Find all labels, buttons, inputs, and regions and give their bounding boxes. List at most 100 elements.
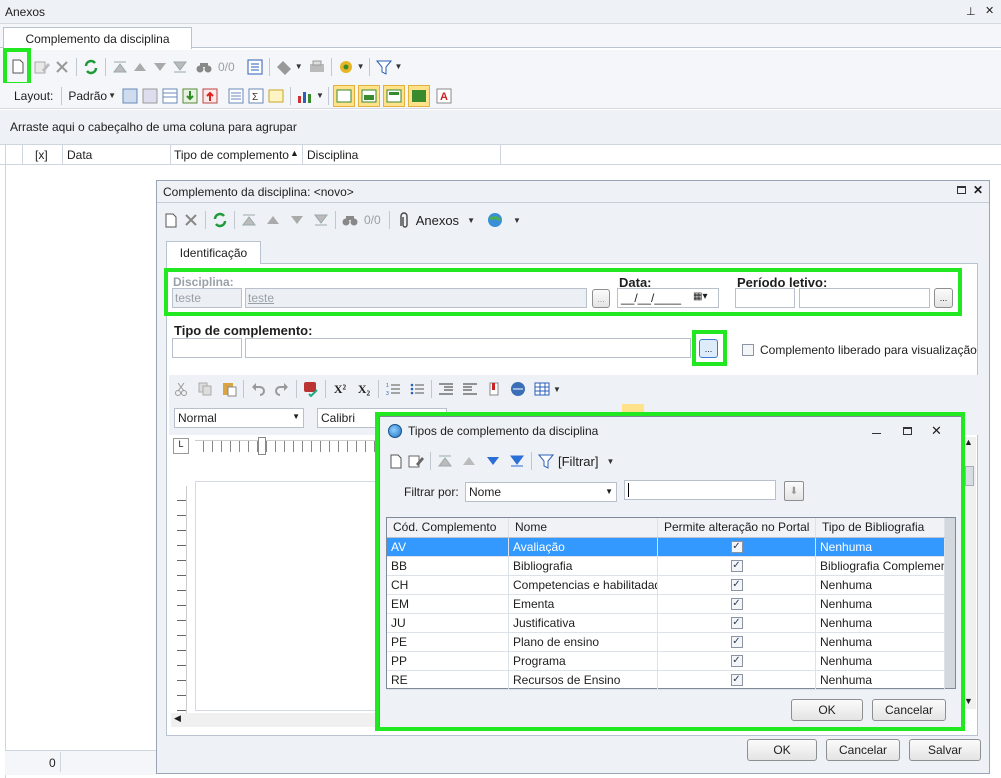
- scroll-thumb[interactable]: [965, 466, 974, 486]
- form-cancel-button[interactable]: Cancelar: [826, 739, 900, 761]
- find-icon[interactable]: [194, 57, 214, 77]
- col-header-tipo[interactable]: Tipo de complemento: [174, 148, 289, 162]
- maximize-icon[interactable]: [957, 186, 966, 194]
- process-icon[interactable]: [274, 57, 294, 77]
- bookmark-icon[interactable]: [484, 379, 504, 399]
- dropdown-arrow-icon[interactable]: ▼: [467, 216, 475, 225]
- table-icon[interactable]: [532, 379, 552, 399]
- tipo-name-field[interactable]: [245, 338, 691, 358]
- form-title-bar: Complemento da disciplina: <novo> ✕: [157, 181, 989, 202]
- dropdown-arrow-icon[interactable]: ▼: [316, 91, 324, 100]
- refresh-icon[interactable]: [81, 57, 101, 77]
- panel-close-icon[interactable]: ✕: [985, 4, 994, 17]
- editor-hscrollbar[interactable]: [171, 713, 386, 727]
- bullet-list-icon[interactable]: [407, 379, 427, 399]
- indent-increase-icon[interactable]: [460, 379, 480, 399]
- tipo-complemento-label: Tipo de complemento:: [174, 323, 313, 338]
- view-mode-3-icon[interactable]: [382, 84, 405, 107]
- sort-ascending-icon: ▲: [290, 148, 299, 158]
- calendar-grid-icon[interactable]: [245, 57, 265, 77]
- dropdown-arrow-icon[interactable]: ▼: [357, 62, 365, 71]
- indent-decrease-icon[interactable]: [436, 379, 456, 399]
- last-record-icon[interactable]: [311, 210, 331, 230]
- toolbar-separator: [368, 57, 370, 76]
- liberado-checkbox[interactable]: [742, 344, 754, 356]
- col-header-data[interactable]: Data: [67, 148, 92, 162]
- toolbar-separator: [205, 211, 206, 229]
- paste-icon[interactable]: [219, 379, 239, 399]
- vertical-ruler: [177, 486, 187, 716]
- redo-icon[interactable]: [272, 379, 292, 399]
- view-mode-2-icon[interactable]: [357, 84, 380, 107]
- import-icon[interactable]: [200, 86, 220, 106]
- new-record-icon[interactable]: [161, 210, 181, 230]
- scroll-left-icon[interactable]: ◀: [174, 713, 181, 724]
- svg-text:A: A: [440, 91, 448, 103]
- dropdown-arrow-icon[interactable]: ▼: [395, 62, 403, 71]
- layout-selector[interactable]: Padrão: [68, 89, 107, 103]
- tab-identificacao[interactable]: Identificação: [166, 241, 261, 264]
- first-record-icon[interactable]: [239, 210, 259, 230]
- superscript-icon[interactable]: X²: [330, 379, 350, 399]
- undo-icon[interactable]: [248, 379, 268, 399]
- first-record-icon[interactable]: [110, 57, 130, 77]
- layout-label: Layout:: [14, 88, 54, 103]
- sum-icon[interactable]: Σ: [246, 86, 266, 106]
- note-icon[interactable]: [266, 86, 286, 106]
- tab-complemento[interactable]: Complemento da disciplina: [3, 27, 192, 49]
- col-header-check[interactable]: [x]: [35, 148, 48, 162]
- form-close-icon[interactable]: ✕: [973, 183, 983, 197]
- form-ok-button[interactable]: OK: [747, 739, 817, 761]
- dropdown-arrow-icon[interactable]: ▼: [295, 62, 303, 71]
- delete-layout-icon[interactable]: [140, 86, 160, 106]
- col-header-disciplina[interactable]: Disciplina: [307, 148, 358, 162]
- spellcheck-icon[interactable]: [301, 379, 321, 399]
- cut-icon[interactable]: [171, 379, 191, 399]
- tipo-code-field[interactable]: [172, 338, 242, 358]
- columns-icon[interactable]: [160, 86, 180, 106]
- dropdown-arrow-icon[interactable]: ▼: [553, 385, 561, 394]
- last-record-icon[interactable]: [170, 57, 190, 77]
- refresh-icon[interactable]: [210, 210, 230, 230]
- save-layout-icon[interactable]: [120, 86, 140, 106]
- scroll-up-icon[interactable]: ▲: [964, 437, 973, 447]
- export-icon[interactable]: [180, 86, 200, 106]
- anexos-button[interactable]: Anexos: [416, 213, 459, 228]
- previous-record-icon[interactable]: [130, 57, 150, 77]
- style-select[interactable]: Normal ▼: [174, 408, 304, 428]
- subscript-icon[interactable]: X₂: [354, 379, 374, 399]
- document-page[interactable]: [195, 481, 395, 711]
- toolbar-separator: [330, 57, 332, 76]
- attachment-icon[interactable]: [394, 210, 414, 230]
- dropdown-arrow-icon[interactable]: ▼: [108, 91, 116, 100]
- delete-icon[interactable]: [52, 57, 72, 77]
- form-title: Complemento da disciplina: <novo>: [163, 184, 354, 199]
- view-mode-1-icon[interactable]: [332, 84, 355, 107]
- chart-icon[interactable]: [295, 86, 315, 106]
- dropdown-arrow-icon[interactable]: ▼: [513, 216, 521, 225]
- filter-icon[interactable]: [374, 57, 394, 77]
- liberado-label: Complemento liberado para visualização: [760, 343, 977, 357]
- globe-icon[interactable]: [485, 210, 505, 230]
- font-color-icon[interactable]: A: [434, 86, 454, 106]
- group-icon[interactable]: [226, 86, 246, 106]
- next-record-icon[interactable]: [150, 57, 170, 77]
- edit-icon[interactable]: [32, 57, 52, 77]
- ruler-corner[interactable]: L: [173, 438, 189, 454]
- previous-record-icon[interactable]: [263, 210, 283, 230]
- next-record-icon[interactable]: [287, 210, 307, 230]
- scroll-down-icon[interactable]: ▼: [964, 696, 973, 706]
- record-count: 0: [49, 756, 56, 770]
- indent-marker[interactable]: [258, 437, 266, 455]
- wizard-icon[interactable]: [336, 57, 356, 77]
- hyperlink-icon[interactable]: [508, 379, 528, 399]
- copy-icon[interactable]: [195, 379, 215, 399]
- print-icon[interactable]: [307, 57, 327, 77]
- layout-toolbar: Layout: Padrão ▼ Σ ▼ A: [0, 83, 1001, 109]
- find-icon[interactable]: [340, 210, 360, 230]
- numbered-list-icon[interactable]: 13: [383, 379, 403, 399]
- delete-icon[interactable]: [181, 210, 201, 230]
- view-mode-4-icon[interactable]: [407, 84, 430, 107]
- pin-icon[interactable]: ⊥: [966, 5, 976, 18]
- form-save-button[interactable]: Salvar: [909, 739, 981, 761]
